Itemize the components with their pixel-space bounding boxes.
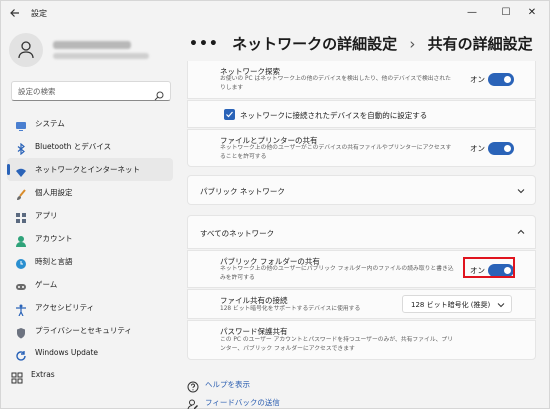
network-discovery-toggle[interactable] — [488, 73, 514, 86]
extras-grid-icon — [11, 369, 23, 388]
sidebar-item-accounts[interactable]: アカウント — [7, 227, 173, 250]
sidebar-item-gaming[interactable]: ゲーム — [7, 273, 173, 296]
breadcrumb: ••• ネットワークの詳細設定 › 共有の詳細設定 — [189, 33, 533, 55]
minimize-button[interactable]: — — [457, 3, 487, 23]
sidebar-item-time-language[interactable]: 時刻と言語 — [7, 250, 173, 273]
public-network-section[interactable]: パブリック ネットワーク — [187, 175, 536, 205]
search-icon[interactable] — [154, 86, 164, 105]
sidebar-item-network[interactable]: ネットワークとインターネット — [7, 158, 173, 181]
title-bar: 設定 — ☐ ✕ — [1, 1, 549, 27]
avatar — [9, 33, 43, 67]
bluetooth-icon — [15, 140, 27, 156]
auto-setup-row: ネットワークに接続されたデバイスを自動的に設定する — [187, 100, 536, 128]
breadcrumb-overflow[interactable]: ••• — [189, 36, 219, 52]
shield-icon — [15, 324, 27, 339]
encryption-dropdown[interactable]: 128 ビット暗号化 (推奨) — [402, 295, 512, 313]
file-sharing-connection-desc: 128 ビット暗号化をサポートするデバイスに使用する — [220, 306, 361, 312]
app-title: 設定 — [31, 9, 47, 18]
all-networks-title: すべてのネットワーク — [200, 229, 275, 238]
file-printer-sharing-desc: ネットワーク上の他のユーザーがこのデバイスの共有ファイルやプリンターにアクセスす… — [220, 145, 452, 160]
chevron-down-icon — [517, 189, 525, 194]
file-printer-sharing-row: ファイルとプリンターの共有 ネットワーク上の他のユーザーがこのデバイスの共有ファ… — [187, 129, 536, 167]
monitor-icon — [15, 117, 27, 131]
network-discovery-row: ネットワーク探索 お使いの PC はネットワーク上の他のデバイスを検出したり、他… — [187, 61, 536, 99]
user-profile[interactable] — [9, 33, 179, 69]
sidebar-item-extras[interactable]: Extras — [7, 365, 173, 385]
globe-clock-icon — [15, 255, 27, 269]
sidebar-item-privacy[interactable]: プライバシーとセキュリティ — [7, 319, 173, 342]
chevron-up-icon — [517, 229, 525, 234]
sidebar-item-personalization[interactable]: 個人用設定 — [7, 181, 173, 204]
breadcrumb-separator: › — [409, 34, 416, 53]
wifi-icon — [15, 163, 27, 177]
close-button[interactable]: ✕ — [517, 3, 547, 23]
person-icon — [15, 232, 27, 247]
sidebar-nav: システム Bluetooth とデバイス ネットワークとインターネット 個人用設… — [7, 112, 173, 365]
all-networks-section-header[interactable]: すべてのネットワーク — [187, 215, 536, 249]
password-protected-sharing-desc: この PC のユーザー アカウントとパスワードを持つユーザーのみが、共有ファイル… — [220, 337, 454, 352]
auto-setup-checkbox[interactable] — [224, 109, 235, 120]
sidebar-item-windows-update[interactable]: Windows Update — [7, 342, 173, 365]
profile-email-redacted — [53, 53, 149, 59]
settings-window: 設定 — ☐ ✕ システム Bluetooth とデバイス ネットワークとインタ… — [0, 0, 550, 409]
password-protected-sharing-row: パスワード保護共有 この PC のユーザー アカウントとパスワードを持つユーザー… — [187, 320, 536, 360]
profile-name-redacted — [53, 41, 131, 49]
network-discovery-state: オン — [470, 75, 485, 84]
breadcrumb-parent[interactable]: ネットワークの詳細設定 — [232, 33, 397, 54]
feedback-icon — [187, 396, 199, 409]
network-discovery-desc: お使いの PC はネットワーク上の他のデバイスを検出したり、他のデバイスで検出さ… — [220, 76, 451, 91]
apps-icon — [15, 209, 27, 223]
update-icon — [15, 347, 27, 361]
public-network-title: パブリック ネットワーク — [200, 187, 285, 196]
settings-search-box[interactable] — [11, 81, 171, 101]
public-folder-sharing-desc: ネットワーク上の他のユーザーにパブリック フォルダー内のファイルの読み取りと書き… — [220, 266, 454, 281]
page-title: 共有の詳細設定 — [427, 35, 533, 53]
brush-icon — [15, 186, 27, 200]
gamepad-icon — [15, 278, 27, 290]
sidebar-item-bluetooth[interactable]: Bluetooth とデバイス — [7, 135, 173, 158]
accessibility-icon — [15, 301, 27, 317]
sidebar-item-system[interactable]: システム — [7, 112, 173, 135]
highlight-box — [463, 257, 515, 278]
file-printer-sharing-state: オン — [470, 144, 485, 153]
search-input[interactable] — [18, 85, 148, 98]
auto-setup-label: ネットワークに接続されたデバイスを自動的に設定する — [240, 111, 428, 120]
file-sharing-connection-row: ファイル共有の接続 128 ビット暗号化をサポートするデバイスに使用する 128… — [187, 289, 536, 319]
checkmark-icon — [226, 111, 233, 118]
help-icon — [187, 378, 199, 397]
encryption-dropdown-value: 128 ビット暗号化 (推奨) — [411, 301, 491, 309]
file-printer-sharing-toggle[interactable] — [488, 142, 514, 155]
back-arrow-icon[interactable] — [9, 7, 23, 21]
sidebar-item-accessibility[interactable]: アクセシビリティ — [7, 296, 173, 319]
person-avatar-icon — [18, 41, 34, 59]
chevron-down-icon — [497, 303, 505, 308]
sidebar-item-apps[interactable]: アプリ — [7, 204, 173, 227]
